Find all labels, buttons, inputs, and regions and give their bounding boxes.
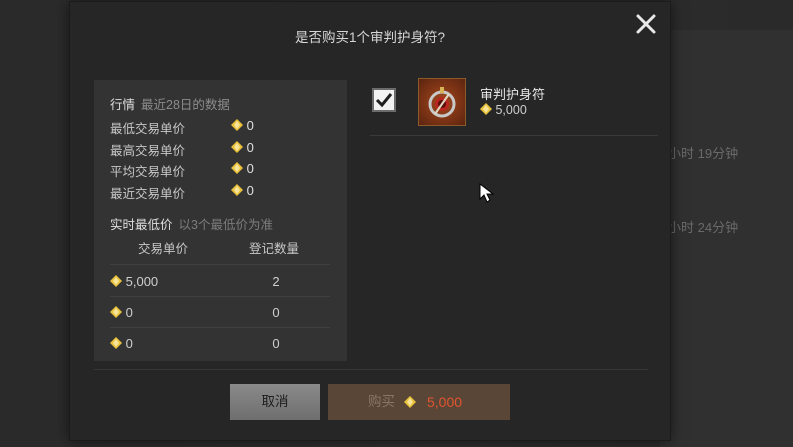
gem-icon <box>404 396 416 408</box>
close-icon <box>636 14 656 34</box>
stat-value-min-text: 0 <box>246 118 254 133</box>
table-row-qty: 0 <box>272 305 280 320</box>
gem-icon <box>231 119 243 131</box>
stat-label-recent: 最近交易单价 <box>110 187 186 201</box>
buy-button-amount: 5,000 <box>427 394 463 410</box>
table-row-price: 0 <box>110 305 133 320</box>
item-icon[interactable] <box>418 78 466 126</box>
stat-value-recent-text: 0 <box>246 183 254 198</box>
table-row-price: 5,000 <box>110 274 158 289</box>
purchase-dialog: 是否购买1个审判护身符? 行情 最近28日的数据 最低交易单价 0 最高交易单价 … <box>70 2 670 440</box>
cancel-button[interactable]: 取消 <box>230 384 320 420</box>
background-time-1: 小时 19分钟 <box>668 146 739 161</box>
realtime-heading-sub: 以3个最低价为准 <box>178 218 273 232</box>
row-divider <box>110 327 330 328</box>
background-panel <box>660 30 793 447</box>
item-price-text: 5,000 <box>495 103 527 117</box>
gem-icon <box>480 103 492 115</box>
gem-icon <box>231 141 243 153</box>
table-row-price-text: 5,000 <box>125 274 159 289</box>
item-separator <box>370 135 658 136</box>
close-button[interactable] <box>632 10 660 38</box>
stat-label-max: 最高交易单价 <box>110 144 186 158</box>
gem-icon <box>110 337 122 349</box>
stat-value-max: 0 <box>231 140 254 155</box>
stat-label-min: 最低交易单价 <box>110 122 186 136</box>
item-price: 5,000 <box>480 103 527 117</box>
table-row-price-text: 0 <box>125 336 133 351</box>
footer-divider <box>94 369 648 370</box>
checkbox-check-icon <box>375 93 393 108</box>
dialog-title: 是否购买1个审判护身符? <box>294 30 446 45</box>
stat-value-avg-text: 0 <box>246 161 254 176</box>
market-heading-label: 行情 <box>110 98 136 112</box>
column-header-qty: 登记数量 <box>249 242 300 256</box>
gem-icon <box>231 184 243 196</box>
market-heading: 行情 最近28日的数据 <box>110 94 230 113</box>
row-divider <box>110 264 330 265</box>
table-row-qty: 0 <box>272 336 280 351</box>
realtime-heading-label: 实时最低价 <box>110 218 173 232</box>
row-divider <box>110 296 330 297</box>
table-row-price: 0 <box>110 336 133 351</box>
column-header-price: 交易单价 <box>138 242 189 256</box>
buy-button-label: 购买 <box>368 394 395 409</box>
realtime-heading: 实时最低价 以3个最低价为准 <box>110 214 273 233</box>
buy-button[interactable]: 购买 5,000 <box>328 384 510 420</box>
mouse-cursor-icon <box>479 182 497 208</box>
gem-icon <box>110 275 122 287</box>
market-info-panel: 行情 最近28日的数据 最低交易单价 0 最高交易单价 0 平均交易单价 0 最近… <box>94 80 347 361</box>
table-row-price-text: 0 <box>125 305 133 320</box>
background-time-2: 小时 24分钟 <box>668 220 739 235</box>
market-heading-sub: 最近28日的数据 <box>141 98 230 112</box>
amulet-icon <box>428 87 456 118</box>
gem-icon <box>110 306 122 318</box>
stat-value-max-text: 0 <box>246 140 254 155</box>
gem-icon <box>231 162 243 174</box>
table-row-qty: 2 <box>272 274 280 289</box>
stat-value-avg: 0 <box>231 161 254 176</box>
stat-value-min: 0 <box>231 118 254 133</box>
stat-label-avg: 平均交易单价 <box>110 165 186 179</box>
stat-value-recent: 0 <box>231 183 254 198</box>
item-name: 审判护身符 <box>480 87 546 102</box>
item-checkbox[interactable] <box>372 88 396 112</box>
